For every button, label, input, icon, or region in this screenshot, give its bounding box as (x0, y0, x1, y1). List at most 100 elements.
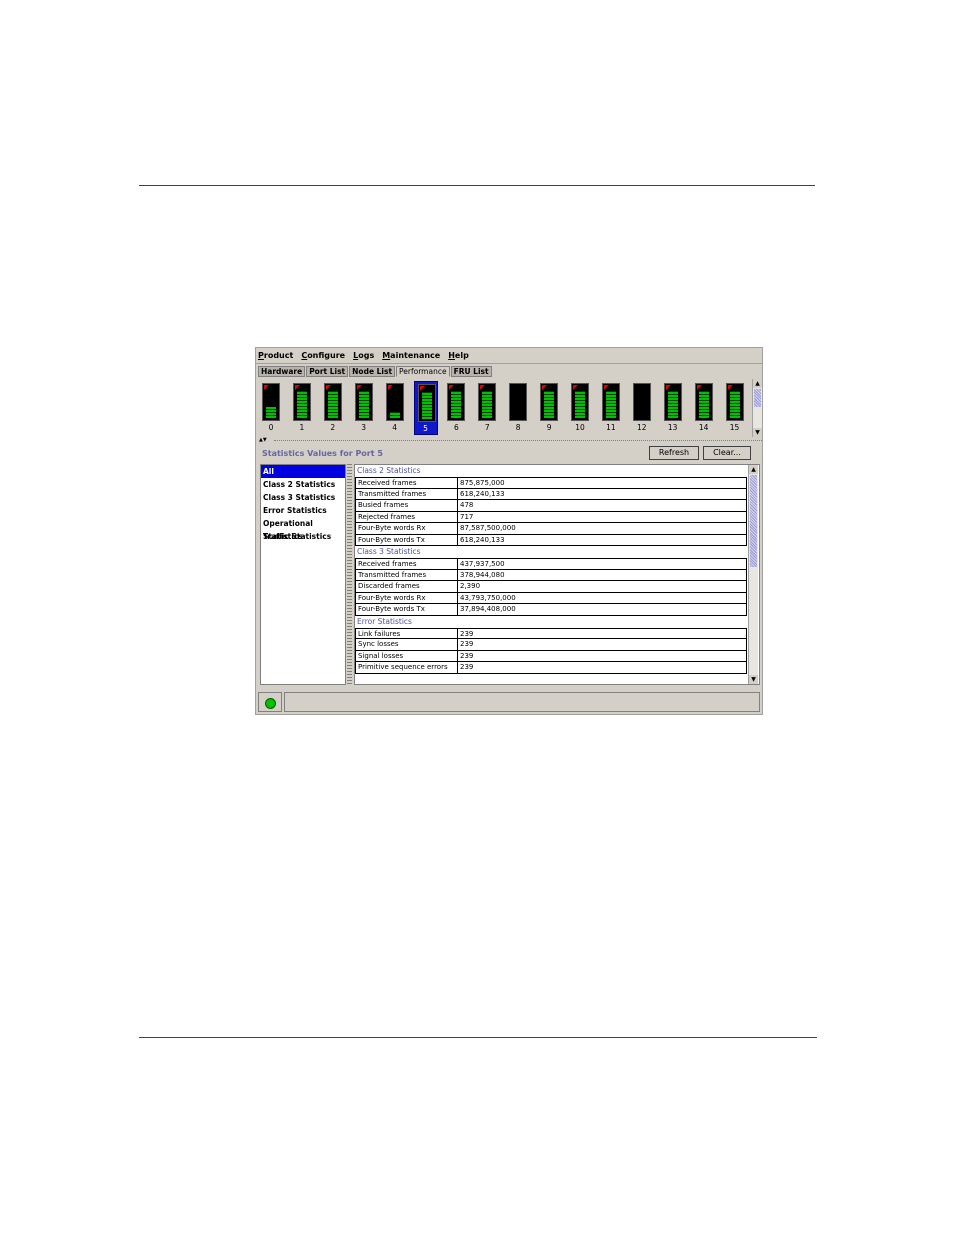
footer-rule (139, 1037, 817, 1038)
table-row[interactable]: Four-Byte words Rx 87,587,500,000 (355, 523, 747, 535)
port-level-bar (266, 407, 276, 418)
menu-separator (256, 363, 762, 364)
tab-hardware[interactable]: Hardware (258, 366, 306, 377)
menu-bar: Product Configure Logs Maintenance Help (258, 350, 469, 362)
port-13[interactable]: 13 (661, 381, 685, 435)
table-row[interactable]: Transmitted frames 378,944,080 (355, 569, 747, 581)
table-row[interactable]: Rejected frames 717 (355, 511, 747, 523)
table-row[interactable]: Four-Byte words Rx 43,793,750,000 (355, 592, 747, 604)
stat-value: 2,390 (460, 582, 481, 590)
stat-name: Received frames (356, 478, 458, 488)
nav-item-error[interactable]: Error Statistics (261, 504, 345, 517)
stat-name: Four-Byte words Rx (356, 592, 458, 603)
stat-name: Four-Byte words Tx (356, 534, 458, 545)
port-12[interactable]: 12 (630, 381, 654, 435)
menu-product[interactable]: Product (258, 350, 293, 362)
tab-port-list[interactable]: Port List (306, 366, 349, 377)
menu-logs[interactable]: Logs (353, 350, 374, 362)
table-row[interactable]: Discarded frames 2,390 (355, 581, 747, 593)
table-row[interactable]: Received frames 875,875,000 (355, 477, 747, 489)
port-flag-icon (573, 385, 578, 390)
port-level-bar (389, 412, 400, 418)
nav-item-class-2[interactable]: Class 2 Statistics (261, 478, 345, 491)
refresh-button[interactable]: Refresh (649, 446, 699, 460)
clear-button[interactable]: Clear... (703, 446, 751, 460)
tab-node-list[interactable]: Node List (349, 366, 396, 377)
table-scrollbar[interactable]: ▲ ▼ (748, 465, 758, 684)
nav-item-all[interactable]: All (261, 465, 345, 478)
splitter-arrows-icon[interactable]: ▲▼ (259, 438, 267, 443)
port-2[interactable]: 2 (321, 381, 345, 435)
port-9[interactable]: 9 (537, 381, 561, 435)
table-row[interactable]: Link failures 239 (355, 627, 747, 639)
nav-item-operational[interactable]: Operational Statistics (261, 517, 345, 541)
port-number-label: 1 (299, 423, 305, 432)
port-graph (509, 383, 528, 421)
statistics-table: Class 2 Statistics Received frames 875,875… (354, 464, 760, 685)
port-14[interactable]: 14 (692, 381, 716, 435)
port-5[interactable]: 5 (413, 381, 438, 435)
port-7[interactable]: 7 (475, 381, 499, 435)
stat-value: 239 (460, 640, 474, 648)
port-graph (725, 383, 744, 421)
stat-value: 437,937,500 (460, 560, 505, 568)
stat-value: 239 (460, 663, 474, 671)
port-6[interactable]: 6 (444, 381, 468, 435)
stat-name: Transmitted frames (356, 488, 458, 499)
port-number-label: 9 (546, 423, 552, 432)
nav-item-class-3[interactable]: Class 3 Statistics (261, 491, 345, 504)
port-number-label: 5 (423, 424, 428, 433)
menu-help[interactable]: Help (448, 350, 469, 362)
port-bar-graphs: 0 1 2 3 4 5 6 7 8 9 10 11 12 13 14 15 (258, 379, 751, 437)
port-level-bar (358, 391, 369, 418)
stat-value: 875,875,000 (460, 479, 505, 487)
scroll-down-arrow-icon[interactable]: ▼ (753, 428, 762, 437)
port-3[interactable]: 3 (352, 381, 376, 435)
stat-name: Sync losses (356, 639, 458, 650)
port-8[interactable]: 8 (506, 381, 530, 435)
table-scroll-down-icon[interactable]: ▼ (749, 675, 758, 684)
table-row[interactable]: Four-Byte words Tx 37,894,408,000 (355, 604, 747, 616)
tab-performance[interactable]: Performance (396, 366, 450, 377)
tab-fru-list[interactable]: FRU List (450, 366, 492, 377)
statistics-category-list: All Class 2 Statistics Class 3 Statistic… (260, 464, 346, 685)
scroll-up-arrow-icon[interactable]: ▲ (753, 379, 762, 388)
nav-item-traffic[interactable]: Traffic Statistics (261, 530, 345, 543)
port-10[interactable]: 10 (568, 381, 592, 435)
table-row[interactable]: Four-Byte words Tx 618,240,133 (355, 534, 747, 546)
table-row[interactable]: Busied frames 478 (355, 500, 747, 512)
port-15[interactable]: 15 (723, 381, 747, 435)
table-row[interactable]: Transmitted frames 618,240,133 (355, 488, 747, 500)
stat-value: 239 (460, 629, 474, 638)
port-graph (571, 383, 589, 421)
table-row[interactable]: Signal losses 239 (355, 650, 747, 662)
view-tabs: Hardware Port List Node List Performance… (258, 366, 493, 377)
port-level-bar (421, 392, 432, 419)
vertical-splitter[interactable] (347, 464, 352, 685)
port-number-label: 12 (637, 423, 647, 432)
table-row[interactable]: Received frames 437,937,500 (355, 558, 747, 570)
port-0[interactable]: 0 (259, 381, 283, 435)
menu-configure[interactable]: Configure (301, 350, 345, 362)
table-scroll-up-icon[interactable]: ▲ (749, 465, 758, 474)
port-number-label: 14 (698, 423, 709, 432)
port-1[interactable]: 1 (290, 381, 314, 435)
table-row[interactable]: Sync losses 239 (355, 639, 747, 651)
table-scroll-thumb[interactable] (750, 475, 757, 567)
port-11[interactable]: 11 (599, 381, 623, 435)
menu-maintenance[interactable]: Maintenance (382, 350, 440, 362)
status-bar (256, 690, 762, 714)
table-row[interactable]: Primitive sequence errors 239 (355, 662, 747, 674)
port-flag-icon (325, 385, 331, 390)
port-number-label: 6 (454, 423, 459, 432)
status-led-icon (265, 698, 276, 709)
port-graph (632, 383, 651, 421)
port-level-bar (482, 391, 493, 418)
port-graph (385, 383, 404, 421)
port-4[interactable]: 4 (383, 381, 407, 435)
ports-scrollbar[interactable]: ▲ ▼ (752, 379, 762, 437)
ports-scroll-thumb[interactable] (754, 389, 761, 407)
port-graph (540, 383, 559, 421)
stat-name: Primitive sequence errors (356, 662, 458, 673)
stat-name: Busied frames (356, 500, 458, 511)
